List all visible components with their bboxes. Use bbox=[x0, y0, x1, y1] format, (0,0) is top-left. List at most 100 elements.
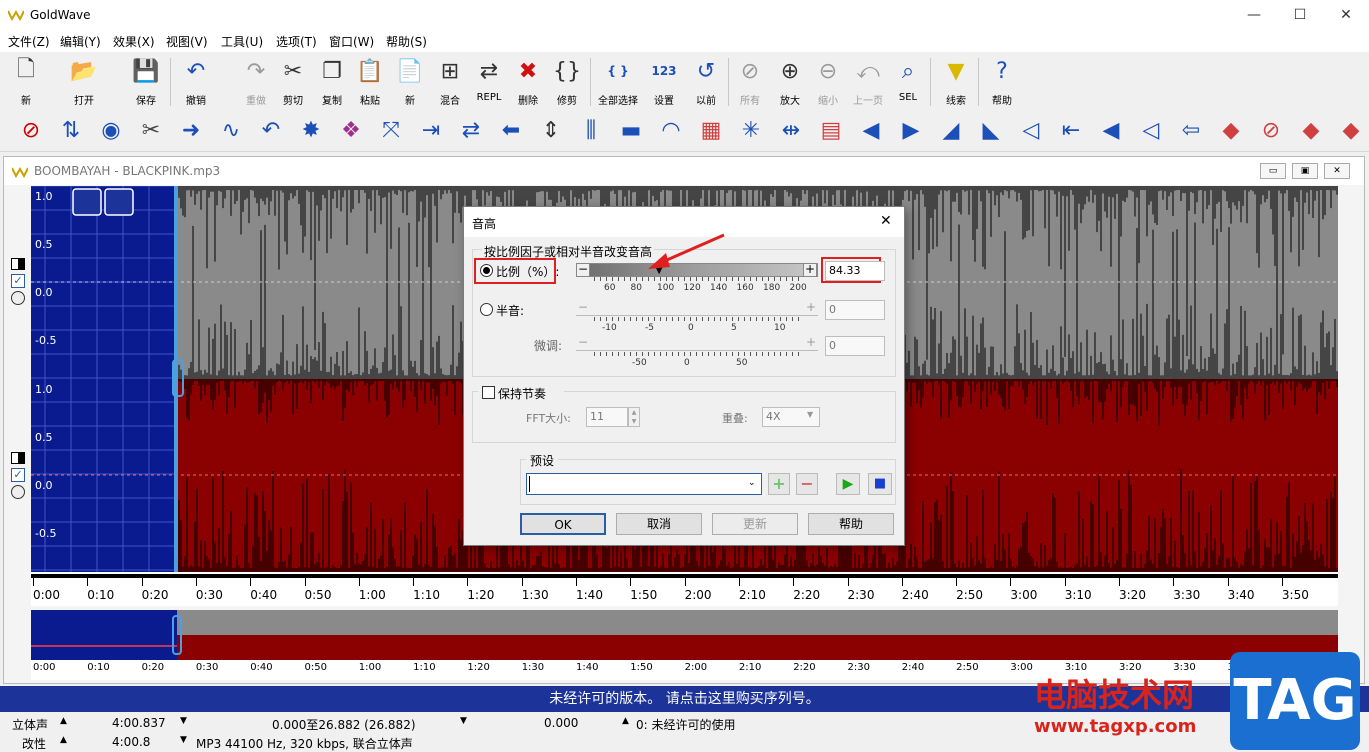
effect-tool-icon[interactable]: ⊘ bbox=[16, 116, 46, 146]
toolbar-trim-button[interactable]: {} 修剪 bbox=[547, 56, 587, 108]
effect-tool-icon[interactable]: ▤ bbox=[816, 116, 846, 146]
menu-item-4[interactable]: 工具(U) bbox=[221, 33, 263, 50]
add-preset-button[interactable]: + bbox=[768, 473, 790, 495]
effect-tool-icon[interactable]: ◁ bbox=[1016, 116, 1046, 146]
effect-tool-icon[interactable]: ▬ bbox=[616, 116, 646, 146]
cancel-button[interactable]: 取消 bbox=[616, 513, 702, 535]
chevron-up-icon[interactable]: ▲ bbox=[60, 716, 67, 726]
toolbar-cue-button[interactable]: ▼ 线索 bbox=[936, 56, 976, 108]
toolbar-previous-page-button[interactable]: ⤺ 上一页 bbox=[848, 56, 888, 108]
toolbar-redo-button[interactable]: ↷ 重做 bbox=[236, 56, 276, 108]
semitone-value-field[interactable]: 0 bbox=[825, 300, 885, 320]
keep-tempo-option[interactable]: 保持节奏 bbox=[478, 384, 564, 401]
effect-tool-icon[interactable]: ⫼ bbox=[576, 116, 606, 146]
effect-tool-icon[interactable]: ▶ bbox=[896, 116, 926, 146]
effect-tool-icon[interactable]: ⊘ bbox=[1256, 116, 1286, 146]
time-ruler[interactable]: 0:00 0:10 0:20 0:30 0:40 0:50 1:00 1:10 1:20 1:30… bbox=[31, 572, 1338, 606]
chevron-down-icon[interactable]: ▼ bbox=[460, 716, 467, 726]
menu-item-2[interactable]: 效果(X) bbox=[113, 33, 155, 50]
effect-tool-icon[interactable]: ◆ bbox=[1336, 116, 1366, 146]
toolbar-zoom-in-button[interactable]: ⊕ 放大 bbox=[770, 56, 810, 108]
effect-tool-icon[interactable]: ◀ bbox=[856, 116, 886, 146]
toolbar-help-button[interactable]: ? 帮助 bbox=[982, 56, 1022, 108]
left-channel-checkbox[interactable]: ✓ bbox=[11, 274, 25, 288]
fft-size-field[interactable]: 11 bbox=[586, 407, 628, 427]
effect-tool-icon[interactable]: ❖ bbox=[336, 116, 366, 146]
chevron-down-icon[interactable]: ▼ bbox=[180, 716, 187, 726]
close-button[interactable]: ✕ bbox=[1323, 0, 1369, 30]
right-channel-radio[interactable] bbox=[11, 485, 25, 499]
help-button[interactable]: 帮助 bbox=[808, 513, 894, 535]
doc-minimize-button[interactable]: ▭ bbox=[1260, 163, 1286, 179]
effect-tool-icon[interactable]: ▦ bbox=[696, 116, 726, 146]
remove-preset-button[interactable]: − bbox=[796, 473, 818, 495]
semitone-minus-button[interactable]: − bbox=[578, 300, 588, 314]
effect-tool-icon[interactable]: ⇄ bbox=[456, 116, 486, 146]
toolbar-zoom-out-button[interactable]: ⊖ 缩小 bbox=[808, 56, 848, 108]
dialog-close-icon[interactable]: ✕ bbox=[880, 213, 892, 229]
ratio-radio[interactable] bbox=[480, 264, 493, 277]
menu-item-3[interactable]: 视图(V) bbox=[166, 33, 208, 50]
toolbar-replace-button[interactable]: ⇄ REPL bbox=[469, 56, 509, 108]
toolbar-copy-button[interactable]: ❐ 复制 bbox=[312, 56, 352, 108]
menu-item-6[interactable]: 窗口(W) bbox=[329, 33, 374, 50]
update-button[interactable]: 更新 bbox=[712, 513, 798, 535]
toolbar-mix-button[interactable]: ⊞ 混合 bbox=[430, 56, 470, 108]
effect-tool-icon[interactable]: ⇥ bbox=[416, 116, 446, 146]
left-channel-radio[interactable] bbox=[11, 291, 25, 305]
fine-minus-button[interactable]: − bbox=[578, 335, 588, 349]
doc-restore-button[interactable]: ▣ bbox=[1292, 163, 1318, 179]
ok-button[interactable]: OK bbox=[520, 513, 606, 535]
toolbar-paste-button[interactable]: 📋 粘贴 bbox=[350, 56, 390, 108]
fine-slider[interactable]: − + bbox=[576, 335, 818, 351]
effect-tool-icon[interactable]: ✸ bbox=[296, 116, 326, 146]
keep-tempo-checkbox[interactable] bbox=[482, 386, 495, 399]
preset-select[interactable] bbox=[526, 473, 762, 495]
maximize-button[interactable]: ☐ bbox=[1277, 0, 1323, 30]
effect-tool-icon[interactable]: ⇦ bbox=[1176, 116, 1206, 146]
effect-tool-icon[interactable]: ⇅ bbox=[56, 116, 86, 146]
effect-tool-icon[interactable]: ↶ bbox=[256, 116, 286, 146]
ratio-plus-button[interactable]: + bbox=[803, 263, 817, 277]
effect-tool-icon[interactable]: ◆ bbox=[1296, 116, 1326, 146]
ratio-minus-button[interactable]: − bbox=[576, 263, 590, 277]
toolbar-new-file-button[interactable]: 🗋 新 bbox=[6, 56, 46, 108]
effect-tool-icon[interactable]: ➜ bbox=[176, 116, 206, 146]
toolbar-zoom-selection-button[interactable]: ⌕ SEL bbox=[888, 56, 928, 108]
semitone-slider[interactable]: − + bbox=[576, 300, 818, 316]
effect-tool-icon[interactable]: ◆ bbox=[1216, 116, 1246, 146]
doc-close-button[interactable]: ✕ bbox=[1324, 163, 1350, 179]
toolbar-zoom-all-button[interactable]: ⊘ 所有 bbox=[730, 56, 770, 108]
fft-spinner[interactable]: ▲ ▼ bbox=[628, 407, 640, 427]
effect-tool-icon[interactable]: ◢ bbox=[936, 116, 966, 146]
toolbar-set-button[interactable]: 123 设置 bbox=[644, 56, 684, 108]
overview-canvas[interactable] bbox=[31, 610, 1338, 660]
semitone-plus-button[interactable]: + bbox=[806, 300, 816, 314]
chevron-up-icon[interactable]: ▲ bbox=[60, 735, 67, 745]
overview-waveform[interactable] bbox=[31, 610, 1338, 660]
chevron-down-icon[interactable]: ▼ bbox=[180, 735, 187, 745]
effect-tool-icon[interactable]: ✂ bbox=[136, 116, 166, 146]
toolbar-save-button[interactable]: 💾 保存 bbox=[126, 56, 166, 108]
menu-item-1[interactable]: 编辑(Y) bbox=[60, 33, 101, 50]
effect-tool-icon[interactable]: ⬅ bbox=[496, 116, 526, 146]
right-channel-checkbox[interactable]: ✓ bbox=[11, 468, 25, 482]
effect-tool-icon[interactable]: ⇹ bbox=[776, 116, 806, 146]
toolbar-undo-button[interactable]: ↶ 撤销 bbox=[176, 56, 216, 108]
minimize-button[interactable]: — bbox=[1231, 0, 1277, 30]
stop-preview-button[interactable]: ■ bbox=[868, 473, 892, 495]
play-preview-button[interactable]: ▶ bbox=[836, 473, 860, 495]
effect-tool-icon[interactable]: ◣ bbox=[976, 116, 1006, 146]
fine-plus-button[interactable]: + bbox=[806, 335, 816, 349]
effect-tool-icon[interactable]: ◀ bbox=[1096, 116, 1126, 146]
fine-value-field[interactable]: 0 bbox=[825, 336, 885, 356]
toolbar-paste-new-button[interactable]: 📄 新 bbox=[390, 56, 430, 108]
menu-item-0[interactable]: 文件(Z) bbox=[8, 33, 50, 50]
toolbar-cut-button[interactable]: ✂ 剪切 bbox=[273, 56, 313, 108]
effect-tool-icon[interactable]: ✳ bbox=[736, 116, 766, 146]
chevron-up-icon[interactable]: ▲ bbox=[622, 716, 629, 726]
semitone-radio[interactable] bbox=[480, 303, 493, 316]
toolbar-open-button[interactable]: 📂 打开 bbox=[64, 56, 104, 108]
menu-item-5[interactable]: 选项(T) bbox=[276, 33, 317, 50]
toolbar-select-all-button[interactable]: { } 全部选择 bbox=[598, 56, 638, 108]
